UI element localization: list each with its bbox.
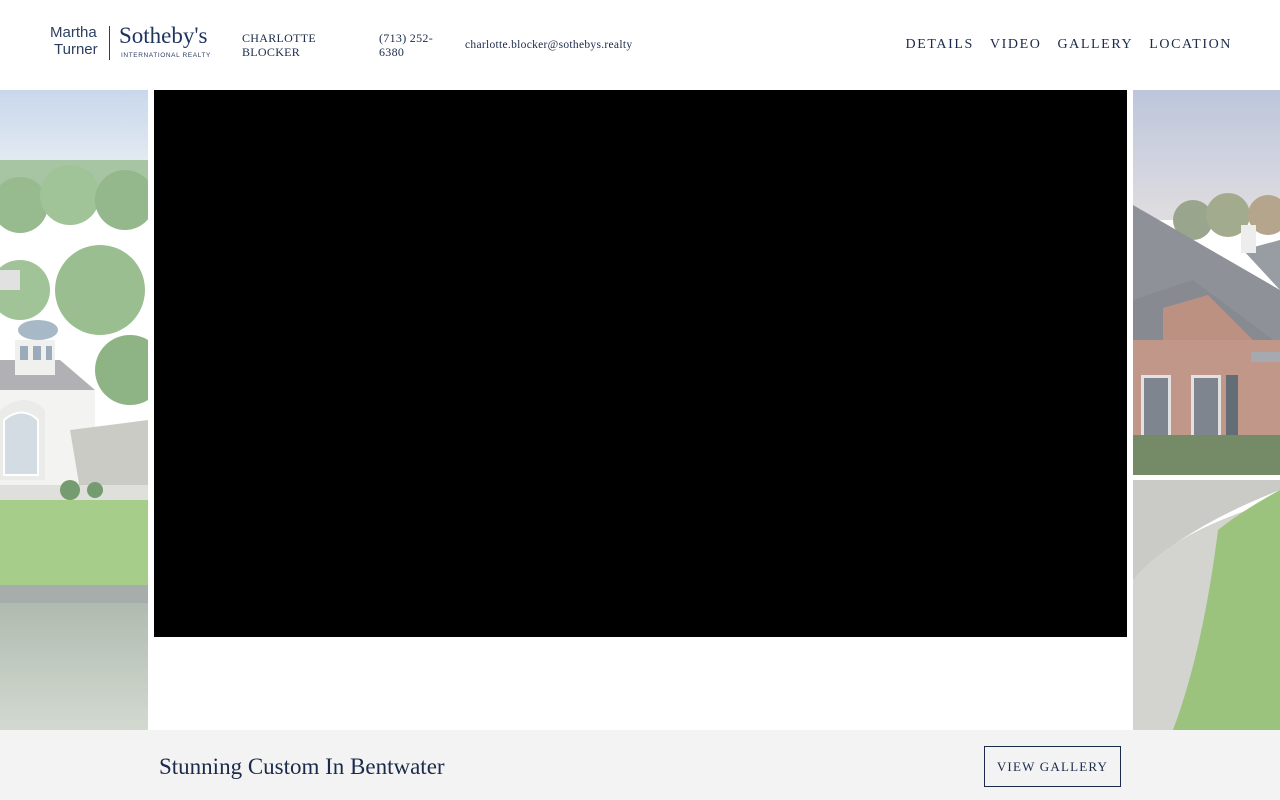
nav-gallery[interactable]: GALLERY — [1057, 37, 1133, 53]
site-header: Martha Turner Sotheby's INTERNATIONAL RE… — [0, 0, 1280, 90]
agent-email[interactable]: charlotte.blocker@sothebys.realty — [465, 38, 632, 52]
view-gallery-button[interactable]: VIEW GALLERY — [984, 746, 1121, 787]
right-photo-overlay — [1133, 90, 1280, 730]
logo-divider — [109, 26, 110, 60]
logo-line-2: Turner — [54, 41, 98, 58]
left-property-photo[interactable] — [0, 90, 148, 730]
listing-title-bar: Stunning Custom In Bentwater VIEW GALLER… — [0, 730, 1280, 800]
logo-martha-turner: Martha Turner — [50, 24, 98, 58]
video-player[interactable] — [154, 90, 1127, 637]
main-nav: DETAILS VIDEO GALLERY LOCATION — [905, 37, 1232, 53]
logo-sothebys: Sotheby's — [119, 23, 208, 48]
nav-video[interactable]: VIDEO — [990, 37, 1042, 53]
left-photo-overlay — [0, 90, 148, 730]
logo-line-1: Martha — [50, 24, 97, 41]
nav-location[interactable]: LOCATION — [1149, 37, 1232, 53]
content-white-area — [148, 637, 1133, 730]
agent-phone[interactable]: (713) 252-6380 — [379, 31, 439, 59]
nav-details[interactable]: DETAILS — [905, 37, 973, 53]
martha-turner-sothebys-logo[interactable]: Martha Turner Sotheby's INTERNATIONAL RE… — [50, 23, 212, 64]
right-property-photo[interactable] — [1133, 90, 1280, 730]
logo-international-realty: INTERNATIONAL REALTY — [121, 52, 211, 59]
agent-name: CHARLOTTE BLOCKER — [242, 31, 317, 59]
listing-title: Stunning Custom In Bentwater — [159, 754, 445, 779]
